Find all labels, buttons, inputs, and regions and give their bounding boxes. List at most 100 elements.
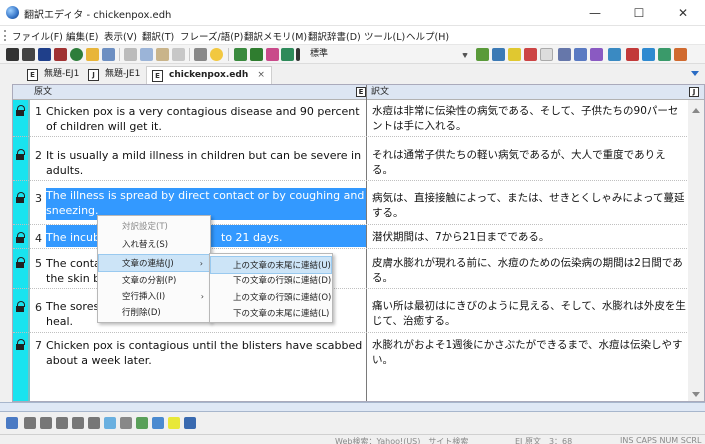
tab-untitled-ej1[interactable]: E 無題-EJ1 xyxy=(22,66,85,84)
lock-icon[interactable] xyxy=(16,149,25,160)
chevron-down-icon[interactable] xyxy=(462,53,468,58)
menu-item-join-sentences[interactable]: 文章の連結(J) › xyxy=(98,254,210,272)
menu-item-join-lower-start[interactable]: 下の文章の行頭に連結(D) xyxy=(210,272,332,290)
close-button[interactable]: ✕ xyxy=(661,0,705,26)
tab-list-chevron-icon[interactable] xyxy=(691,71,699,76)
scroll-up-icon[interactable] xyxy=(692,108,700,113)
alternatives-icon[interactable] xyxy=(524,48,537,61)
source-text[interactable]: It is usually a mild illness in children… xyxy=(46,148,366,178)
tab-close-icon[interactable]: × xyxy=(257,70,265,80)
lookup-icon[interactable] xyxy=(590,48,603,61)
sort-icon[interactable] xyxy=(6,417,18,429)
menu-view[interactable]: 表示(V) xyxy=(104,29,137,43)
memory-icon[interactable] xyxy=(492,48,505,61)
register-word-icon[interactable] xyxy=(558,48,571,61)
new-je-icon[interactable] xyxy=(22,48,35,61)
title-bar: 翻訳エディタ - chickenpox.edh — ☐ ✕ xyxy=(0,0,705,26)
view-layout-9-icon[interactable] xyxy=(152,417,164,429)
menu-dictionary[interactable]: 翻訳辞書(D) xyxy=(308,29,361,43)
scroll-down-icon[interactable] xyxy=(692,392,700,397)
new-ej-icon[interactable] xyxy=(6,48,19,61)
menu-item-join-lower-end[interactable]: 下の文章の末尾に連結(L) xyxy=(210,305,332,323)
lock-icon[interactable] xyxy=(16,192,25,203)
menu-help[interactable]: ヘルプ(H) xyxy=(406,29,449,43)
highlight-icon[interactable] xyxy=(508,48,521,61)
globe-icon[interactable] xyxy=(70,48,83,61)
export-icon[interactable] xyxy=(674,48,687,61)
target-text[interactable]: 皮膚水膨れが現れる前に、水痘のための伝染病の期間は2日間である。 xyxy=(372,256,686,286)
tab-untitled-je1[interactable]: J 無題-JE1 xyxy=(83,66,146,84)
toolbar-separator xyxy=(228,48,229,61)
menu-item-label: 文章の連結(J) xyxy=(122,259,174,269)
window-icon[interactable] xyxy=(608,48,621,61)
lock-icon[interactable] xyxy=(16,257,25,268)
translate-select-icon[interactable] xyxy=(266,48,279,61)
translate-run-icon[interactable] xyxy=(281,48,294,61)
lock-icon[interactable] xyxy=(16,339,25,350)
menu-tools[interactable]: ツール(L) xyxy=(364,29,405,43)
target-text[interactable]: 水痘は非常に伝染性の病気である、そして、子供たちの90パーセントは手に入れる。 xyxy=(372,104,686,134)
table-row[interactable]: 7 Chicken pox is contagious until the bl… xyxy=(13,333,687,401)
tab-label: chickenpox.edh xyxy=(169,70,249,80)
paste-icon[interactable] xyxy=(156,48,169,61)
source-text[interactable]: Chicken pox is a very contagious disease… xyxy=(46,104,366,134)
view-layout-8-icon[interactable] xyxy=(136,417,148,429)
target-lang-icon[interactable]: J xyxy=(689,87,699,97)
view-layout-6-icon[interactable] xyxy=(104,417,116,429)
book-icon[interactable] xyxy=(642,48,655,61)
pane-splitter[interactable] xyxy=(0,402,705,412)
target-text[interactable]: それは通常子供たちの軽い病気であるが、大人で重度でありえる。 xyxy=(372,148,686,178)
menu-item-swap[interactable]: 入れ替え(S) xyxy=(98,236,210,254)
translate-ej-icon[interactable] xyxy=(38,48,51,61)
register-phrase-icon[interactable] xyxy=(574,48,587,61)
translation-mode-select[interactable]: 標準 xyxy=(308,47,416,62)
translate-all-icon[interactable] xyxy=(250,48,263,61)
view-layout-1-icon[interactable] xyxy=(24,417,36,429)
menu-translation-memory[interactable]: 翻訳メモリ(M) xyxy=(244,29,307,43)
view-layout-3-icon[interactable] xyxy=(56,417,68,429)
lock-icon[interactable] xyxy=(16,232,25,243)
view-layout-5-icon[interactable] xyxy=(88,417,100,429)
table-row[interactable]: 1 Chicken pox is a very contagious disea… xyxy=(13,100,687,137)
table-row[interactable]: 2 It is usually a mild illness in childr… xyxy=(13,137,687,181)
lock-icon[interactable] xyxy=(16,105,25,116)
lock-icon[interactable] xyxy=(16,301,25,312)
view-layout-7-icon[interactable] xyxy=(120,417,132,429)
menu-item-delete-row[interactable]: 行削除(D) xyxy=(98,304,210,322)
vertical-scrollbar[interactable] xyxy=(688,100,704,401)
translate-forward-icon[interactable] xyxy=(234,48,247,61)
source-lang-icon[interactable]: E xyxy=(356,87,366,97)
target-text[interactable]: 潜伏期間は、7から21日までである。 xyxy=(372,230,686,245)
copy-icon[interactable] xyxy=(140,48,153,61)
view-layout-2-icon[interactable] xyxy=(40,417,52,429)
delete-icon[interactable] xyxy=(172,48,185,61)
maximize-button[interactable]: ☐ xyxy=(617,0,661,26)
menu-translate[interactable]: 翻訳(T) xyxy=(142,29,174,43)
phrase-icon[interactable] xyxy=(540,48,553,61)
web-search-status[interactable]: Web検索：Yahoo!(US) サイト検索 xyxy=(335,436,468,444)
target-text[interactable]: 痛い所は最初はにきびのように見える、そして、水膨れは外皮を生じて、治癒する。 xyxy=(372,299,686,329)
minimize-button[interactable]: — xyxy=(573,0,617,26)
window-title: 翻訳エディタ - chickenpox.edh xyxy=(24,10,172,21)
print-icon[interactable] xyxy=(194,48,207,61)
menu-grip xyxy=(4,30,6,41)
cut-icon[interactable] xyxy=(124,48,137,61)
menu-edit[interactable]: 編集(E) xyxy=(66,29,98,43)
dictionary-icon[interactable] xyxy=(476,48,489,61)
settings-icon[interactable] xyxy=(626,48,639,61)
view-layout-4-icon[interactable] xyxy=(72,417,84,429)
tools-icon[interactable] xyxy=(658,48,671,61)
refresh-icon[interactable] xyxy=(184,417,196,429)
stop-icon[interactable] xyxy=(296,48,300,61)
target-text[interactable]: 水膨れがおよそ1週後にかさぶたができるまで、水痘は伝染しやすい。 xyxy=(372,338,686,368)
auto-translate-icon[interactable] xyxy=(168,417,180,429)
help-icon[interactable] xyxy=(210,48,223,61)
tab-chickenpox[interactable]: E chickenpox.edh × xyxy=(146,66,272,84)
menu-file[interactable]: ファイル(F) xyxy=(12,29,63,43)
open-folder-icon[interactable] xyxy=(86,48,99,61)
target-text[interactable]: 病気は、直接接触によって、または、せきとくしゃみによって蔓延する。 xyxy=(372,191,686,221)
save-icon[interactable] xyxy=(102,48,115,61)
menu-phrase[interactable]: フレーズ/語(P) xyxy=(180,29,243,43)
translate-je-icon[interactable] xyxy=(54,48,67,61)
source-text[interactable]: Chicken pox is contagious until the blis… xyxy=(46,338,366,368)
